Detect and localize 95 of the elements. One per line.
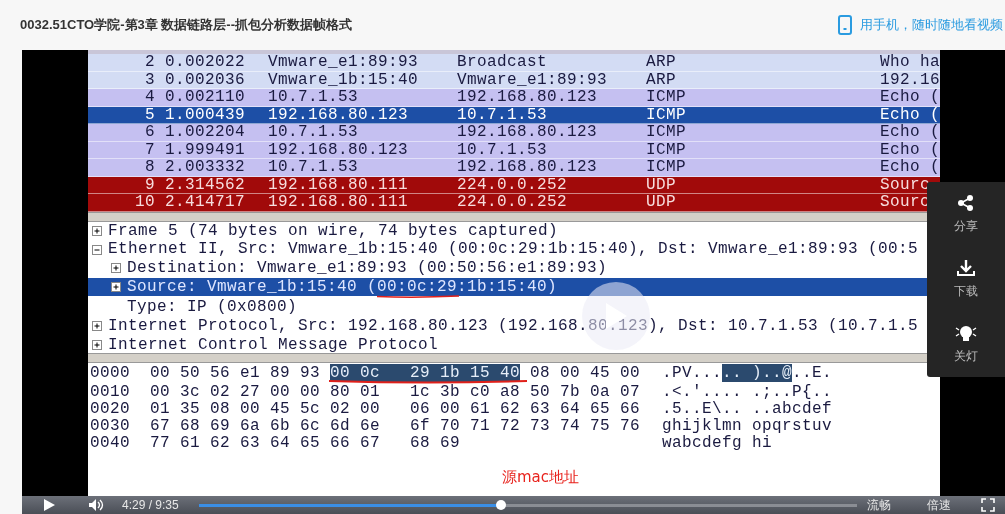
table-cell-text: 224.0.0.252: [456, 194, 569, 211]
packet-row[interactable]: 6 1.002204 10.7.1.53 192.168.80.123 ICMP Echo (: [88, 124, 940, 142]
hex-offset: 0040: [90, 434, 131, 452]
table-cell-text: ICMP: [645, 159, 687, 176]
table-cell-text: 192.168.80.123: [456, 89, 599, 106]
hex-bytes: 01 35 08 00 45 5c 02 00 06 00 61 62 63 64 65 66: [150, 399, 641, 418]
ascii-text: ..E.: [792, 363, 833, 382]
table-cell-text: 0.002110: [164, 89, 246, 106]
table-cell-text: 1.002204: [164, 124, 246, 141]
table-cell-text: 192.168.80.123: [456, 159, 599, 176]
table-cell-text: 192.168.80.123: [267, 106, 410, 123]
caption-text: 源mac地址: [502, 468, 580, 487]
table-cell-text: 192.168.80.111: [267, 194, 410, 211]
table-cell-text: 5: [144, 106, 155, 123]
table-cell-text: 224.0.0.252: [456, 176, 569, 193]
light-bulb-icon: [955, 324, 977, 342]
table-cell-text: 2: [144, 54, 155, 71]
share-icon: [957, 194, 975, 212]
table-cell-text: Echo (: [879, 141, 940, 158]
table-cell-text: 1.000439: [164, 106, 246, 123]
expand-icon[interactable]: [92, 321, 102, 332]
table-cell-text: ICMP: [645, 141, 687, 158]
expand-icon[interactable]: [111, 281, 121, 292]
hex-bytes: 00 3c 02 27 00 00 80 01 1c 3b c0 a8 50 7b 0a 07: [150, 382, 641, 401]
packet-row[interactable]: 8 2.003332 10.7.1.53 192.168.80.123 ICMP Echo (: [88, 159, 940, 177]
table-cell-text: 8: [144, 159, 155, 176]
progress-thumb[interactable]: [496, 499, 507, 510]
table-cell-text: Echo (: [879, 89, 940, 106]
table-cell-text: 192.168.80.111: [267, 176, 410, 193]
table-cell-text: 10.7.1.53: [456, 106, 548, 123]
video-title: 0032.51CTO学院-第3章 数据链路层--抓包分析数据帧格式: [20, 16, 353, 34]
table-cell-text: ARP: [645, 54, 677, 71]
ascii-text: .5..E\.. ..abcdef: [662, 399, 833, 418]
table-cell-text: ICMP: [645, 89, 687, 106]
hex-offset: 0030: [90, 417, 131, 435]
ascii-text: .<.'.... .;..P{..: [662, 382, 833, 401]
table-cell-text: 10.7.1.53: [267, 124, 359, 141]
collapse-icon[interactable]: [92, 244, 102, 255]
expand-icon[interactable]: [111, 263, 121, 274]
table-cell-text: 10.7.1.53: [267, 89, 359, 106]
hex-bytes: 67 68 69 6a 6b 6c 6d 6e 6f 70 71 72 73 74 75 76: [150, 416, 641, 435]
table-cell-text: Vmware_e1:89:93: [456, 71, 609, 88]
table-cell-text: 0.002036: [164, 71, 246, 88]
download-icon: [957, 259, 975, 277]
hex-offset: 0000: [90, 364, 131, 382]
table-cell-text: 192.168.80.123: [456, 124, 599, 141]
table-cell-text: 10: [134, 194, 155, 211]
table-cell-text: 2.414717: [164, 194, 246, 211]
play-icon[interactable]: [42, 498, 56, 512]
hex-bytes: 77 61 62 63 64 65 66 67 68 69: [150, 433, 461, 452]
phone-icon: [838, 15, 852, 35]
hex-bytes: 00 0c 29 1b 15 40: [330, 363, 521, 382]
quality-button[interactable]: 流畅: [866, 496, 891, 514]
expand-icon[interactable]: [92, 339, 102, 350]
table-cell-text: 6: [144, 124, 155, 141]
table-cell-text: 2.003332: [164, 159, 246, 176]
table-cell-text: 1.999491: [164, 141, 246, 158]
table-cell-text: 3: [144, 71, 155, 88]
table-cell-text: 10.7.1.53: [456, 141, 548, 158]
speed-button[interactable]: 倍速: [926, 496, 951, 514]
table-cell-text: 4: [144, 89, 155, 106]
table-cell-text: UDP: [645, 194, 677, 211]
table-cell-text: ARP: [645, 71, 677, 88]
table-cell-text: Vmware_e1:89:93: [267, 54, 420, 71]
hex-offset: 0010: [90, 383, 131, 401]
table-cell-text: Vmware_1b:15:40: [267, 71, 420, 88]
ascii-text: .. )..@: [722, 363, 793, 382]
table-cell-text: ICMP: [645, 106, 687, 123]
table-cell-text: 0.002022: [164, 54, 246, 71]
table-cell-text: Echo (: [879, 124, 940, 141]
ascii-text: ghijklmn opqrstuv: [662, 416, 833, 435]
hex-bytes: 00 50 56 e1 89 93: [150, 363, 322, 382]
table-cell-text: 192.168.80.123: [267, 141, 410, 158]
table-cell-text: Broadcast: [456, 54, 548, 71]
packet-row[interactable]: 4 0.002110 10.7.1.53 192.168.80.123 ICMP Echo (: [88, 89, 940, 107]
hex-offset: 0020: [90, 400, 131, 418]
table-cell-text: Echo (: [879, 106, 940, 123]
time-display: 4:29 / 9:35: [122, 498, 179, 512]
packet-row[interactable]: 2 0.002022 Vmware_e1:89:93 Broadcast ARP Who ha: [88, 54, 940, 72]
hex-bytes: 08 00 45 00: [529, 363, 641, 382]
fullscreen-icon[interactable]: [980, 498, 995, 512]
table-cell-text: 9: [144, 176, 155, 193]
table-cell-text: 7: [144, 141, 155, 158]
table-cell-text: 192.16: [879, 71, 940, 88]
ascii-text: wabcdefg hi: [662, 433, 773, 452]
expand-icon[interactable]: [92, 225, 102, 236]
table-cell-text: 10.7.1.53: [267, 159, 359, 176]
table-cell-text: ICMP: [645, 124, 687, 141]
ascii-text: .PV...: [662, 363, 722, 382]
progress-track[interactable]: [198, 503, 857, 507]
table-cell-text: Who ha: [879, 54, 940, 71]
table-cell-text: UDP: [645, 176, 677, 193]
table-cell-text: Echo (: [879, 159, 940, 176]
volume-icon[interactable]: [88, 498, 104, 512]
table-cell-text: 2.314562: [164, 176, 246, 193]
